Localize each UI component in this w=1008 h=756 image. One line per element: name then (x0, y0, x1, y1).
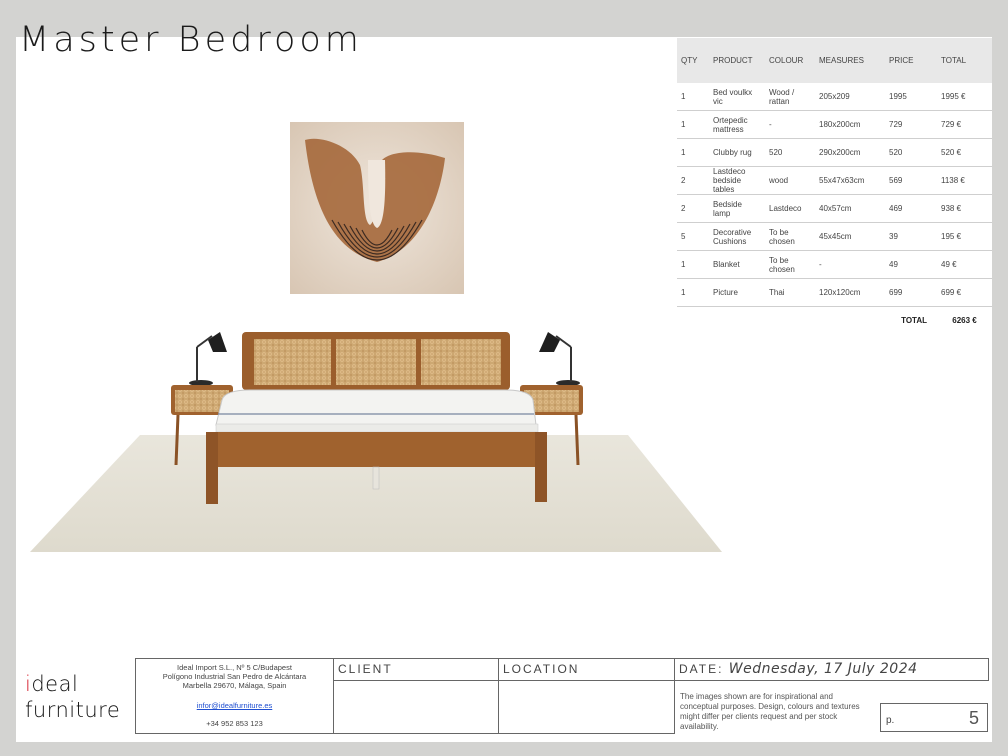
cell-price: 569 (885, 166, 937, 195)
date-label: DATE: (679, 662, 724, 676)
page-title: Master Bedroom (19, 20, 363, 60)
cell-product: Ortepedic mattress (709, 110, 765, 139)
company-info-box: Ideal Import S.L., Nº 5 C/Budapest Políg… (135, 658, 334, 734)
cell-qty: 1 (677, 110, 709, 139)
cell-measures: 55x47x63cm (815, 166, 885, 195)
page-number: 5 (968, 708, 979, 728)
cell-measures: - (815, 250, 885, 279)
company-logo: ideal furniture (25, 671, 120, 723)
logo-line2: furniture (25, 698, 121, 722)
cell-product: Picture (709, 278, 765, 307)
cell-measures: 45x45cm (815, 222, 885, 251)
logo-line1: deal (31, 672, 79, 696)
header-total: TOTAL (937, 38, 992, 83)
cell-colour: To be chosen (765, 222, 815, 251)
cell-colour: To be chosen (765, 250, 815, 279)
header-product: PRODUCT (709, 38, 765, 83)
cell-colour: wood (765, 166, 815, 195)
table-row: 2 Lastdeco bedside tables wood 55x47x63cm 56… (677, 166, 992, 195)
header-price: PRICE (885, 38, 937, 83)
cell-measures: 120x120cm (815, 278, 885, 307)
cell-price: 729 (885, 110, 937, 139)
location-value-cell (498, 680, 675, 734)
header-qty: QTY (677, 38, 709, 83)
cell-price: 520 (885, 138, 937, 167)
cell-total: 520 € (937, 138, 992, 167)
table-row: 1 Picture Thai 120x120cm 699 699 € (677, 278, 992, 307)
table-total-row: TOTAL 6263 € (677, 306, 992, 334)
cell-price: 49 (885, 250, 937, 279)
cell-total: 938 € (937, 194, 992, 223)
total-spacer (677, 306, 815, 334)
cell-price: 39 (885, 222, 937, 251)
cell-colour: Lastdeco (765, 194, 815, 223)
page-number-box: p. 5 (880, 703, 988, 732)
cell-product: Decorative Cushions (709, 222, 765, 251)
total-label: TOTAL (815, 306, 937, 334)
cell-measures: 290x200cm (815, 138, 885, 167)
cell-product: Clubby rug (709, 138, 765, 167)
cell-measures: 205x209 (815, 83, 885, 111)
cell-qty: 5 (677, 222, 709, 251)
client-value-cell (333, 680, 499, 734)
cell-total: 1138 € (937, 166, 992, 195)
client-label: CLIENT (338, 662, 393, 676)
cell-product: Bed voulkx vic (709, 83, 765, 111)
page-label: p. (886, 715, 895, 726)
table-row: 1 Ortepedic mattress -180x200cm 729 729 € (677, 110, 992, 139)
date-value: Wednesday, 17 July 2024 (728, 661, 918, 677)
table-row: 1 Clubby rug 520 290x200cm 520 520 € (677, 138, 992, 167)
cell-qty: 1 (677, 83, 709, 111)
total-value: 6263 € (937, 306, 992, 334)
cell-total: 49 € (937, 250, 992, 279)
cell-colour: Thai (765, 278, 815, 307)
cell-qty: 1 (677, 278, 709, 307)
cell-price: 699 (885, 278, 937, 307)
company-address-line2: Polígono Industrial San Pedro de Alcánta… (162, 672, 307, 681)
cell-qty: 2 (677, 166, 709, 195)
table-row: 1 Blanket To be chosen -49 49 € (677, 250, 992, 279)
cell-colour: Wood / rattan (765, 83, 815, 111)
table-row: 1 Bed voulkx vic Wood / rattan 205x209 1995 1… (677, 83, 992, 111)
company-address-line3: Marbella 29670, Málaga, Spain (182, 681, 287, 690)
product-table: QTY PRODUCT COLOUR MEASURES PRICE TOTAL … (677, 38, 992, 334)
cell-total: 729 € (937, 110, 992, 139)
cell-colour: 520 (765, 138, 815, 167)
cell-colour: - (765, 110, 815, 139)
cell-qty: 1 (677, 250, 709, 279)
cell-price: 469 (885, 194, 937, 223)
phone-number: +34 952 853 123 (206, 719, 263, 728)
cell-product: Bedside lamp (709, 194, 765, 223)
cell-product: Lastdeco bedside tables (709, 166, 765, 195)
title-block: Ideal Import S.L., Nº 5 C/Budapest Políg… (135, 658, 989, 734)
table-row: 5 Decorative Cushions To be chosen 45x45cm 3… (677, 222, 992, 251)
table-header-row: QTY PRODUCT COLOUR MEASURES PRICE TOTAL (677, 38, 992, 83)
cell-total: 1995 € (937, 83, 992, 111)
cell-measures: 40x57cm (815, 194, 885, 223)
table-row: 2 Bedside lamp Lastdeco 40x57cm 469 938 € (677, 194, 992, 223)
cell-total: 195 € (937, 222, 992, 251)
location-label: LOCATION (503, 662, 580, 676)
location-header-cell: LOCATION (498, 658, 675, 681)
client-header-cell: CLIENT (333, 658, 499, 681)
date-cell: DATE: Wednesday, 17 July 2024 (674, 658, 989, 681)
header-colour: COLOUR (765, 38, 815, 83)
cell-measures: 180x200cm (815, 110, 885, 139)
header-measures: MEASURES (815, 38, 885, 83)
cell-qty: 2 (677, 194, 709, 223)
cell-qty: 1 (677, 138, 709, 167)
company-address-line1: Ideal Import S.L., Nº 5 C/Budapest (177, 663, 292, 672)
cell-product: Blanket (709, 250, 765, 279)
email-link[interactable]: infor@idealfurniture.es (197, 701, 273, 710)
disclaimer-text: The images shown are for inspirational a… (680, 692, 860, 731)
cell-price: 1995 (885, 83, 937, 111)
cell-total: 699 € (937, 278, 992, 307)
